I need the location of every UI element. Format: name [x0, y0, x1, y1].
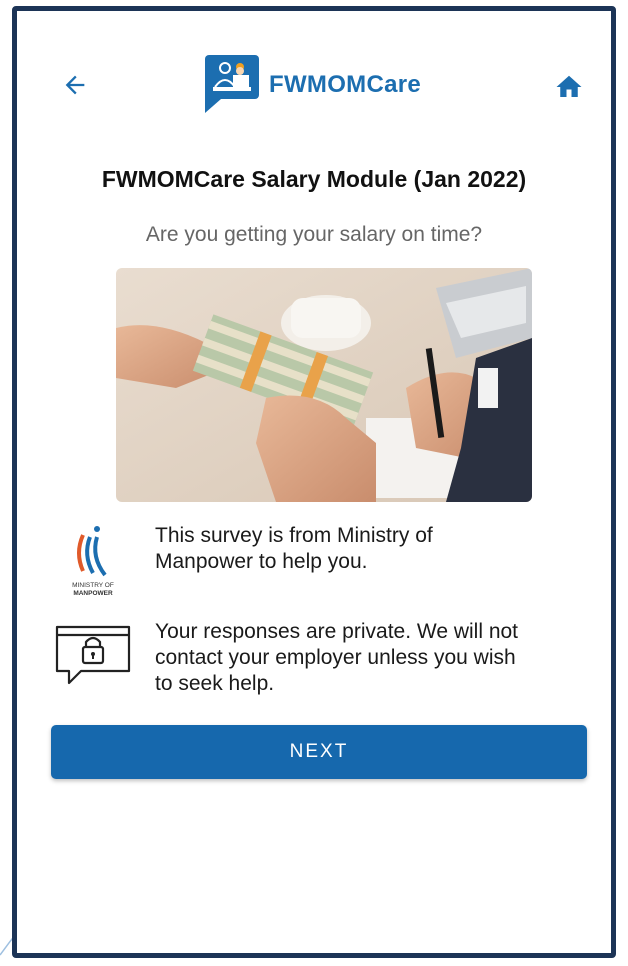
back-button[interactable]: [57, 67, 93, 103]
info-privacy-line3: to seek help.: [155, 672, 275, 695]
info-text-privacy: Your responses are private. We will not …: [155, 619, 518, 697]
app-name: FWMOMCare: [269, 71, 422, 98]
hero-image: [116, 268, 532, 502]
home-icon: [556, 75, 582, 97]
privacy-icon-wrap: [49, 619, 137, 689]
mom-logo-line1: MINISTRY OF: [72, 582, 114, 589]
cash-handover-photo: [116, 268, 532, 502]
home-button[interactable]: [549, 67, 589, 107]
arrow-left-icon: [65, 75, 85, 95]
mom-logo-icon: MINISTRY OF MANPOWER: [72, 526, 114, 597]
survey-question: Are you getting your salary on time?: [145, 223, 483, 246]
app-header: FWMOMCare: [17, 11, 611, 161]
page-title: FWMOMCare Salary Module (Jan 2022): [101, 166, 527, 192]
info-privacy-line2: contact your employer unless you wish: [155, 646, 516, 669]
mom-logo: MINISTRY OF MANPOWER: [49, 523, 137, 605]
privacy-lock-icon: [55, 625, 131, 685]
info-text-mom: This survey is from Ministry of Manpower…: [155, 523, 433, 575]
next-button[interactable]: NEXT: [51, 725, 587, 779]
brand: FWMOMCare: [205, 55, 421, 115]
fwmomcare-logo-icon: [205, 55, 259, 113]
info-privacy-line1: Your responses are private. We will not: [155, 620, 519, 643]
mom-logo-line2: MANPOWER: [73, 590, 113, 597]
info-mom-line2: Manpower to help you.: [155, 550, 368, 573]
info-mom-line1: This survey is from Ministry of: [155, 524, 433, 547]
info-row-mom: MINISTRY OF MANPOWER This survey is from…: [49, 523, 569, 605]
phone-frame: FWMOMCare FWMOMCare Salary Module (Jan 2…: [12, 6, 616, 958]
info-row-privacy: Your responses are private. We will not …: [49, 619, 569, 697]
